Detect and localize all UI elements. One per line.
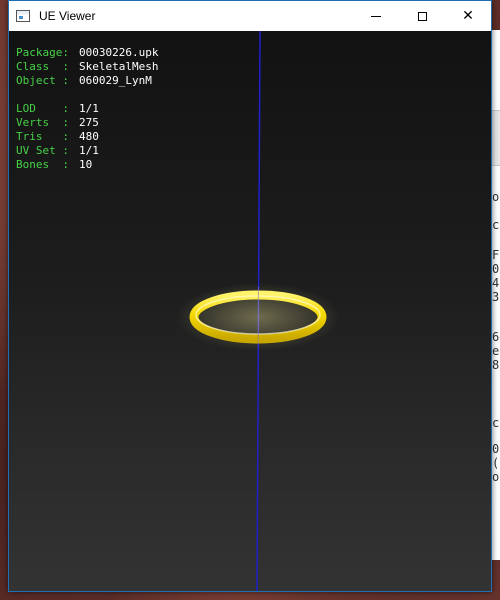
background-window-text: 0 (492, 262, 500, 276)
info-value: 00030226.upk (79, 46, 159, 59)
info-label: Verts (16, 116, 50, 129)
window-title: UE Viewer (39, 9, 96, 23)
info-label: Class (16, 60, 50, 73)
info-value: 060029_LynM (79, 74, 152, 87)
maximize-button[interactable] (399, 1, 445, 31)
info-row-object: Object : 060029_LynM (16, 74, 152, 87)
info-row-lod: LOD : 1/1 (16, 102, 99, 115)
minimize-icon (371, 15, 381, 17)
background-window-text: ( (492, 456, 500, 470)
window-controls: ✕ (353, 1, 491, 31)
info-value: SkeletalMesh (79, 60, 159, 73)
background-window-text: 8 (492, 358, 500, 372)
info-label: Object (16, 74, 56, 87)
background-window-text: F (492, 248, 500, 262)
info-row-uvset: UV Set : 1/1 (16, 144, 99, 157)
background-window[interactable]: o c F 0 4 3 6 e 8 c 0 ( o (491, 30, 500, 560)
info-value: 1/1 (79, 102, 99, 115)
3d-viewport[interactable]: Package: 00030226.upk Class : SkeletalMe… (9, 31, 491, 591)
background-window-text: o (492, 190, 500, 204)
info-label: Package (16, 46, 63, 59)
info-value: 1/1 (79, 144, 99, 157)
background-window-text: 3 (492, 290, 500, 304)
close-button[interactable]: ✕ (445, 1, 491, 31)
info-label: Tris (16, 130, 43, 143)
info-row-class: Class : SkeletalMesh (16, 60, 159, 73)
minimize-button[interactable] (353, 1, 399, 31)
ue-viewer-window[interactable]: UE Viewer ✕ Package: 00030226.upk Class … (8, 0, 492, 592)
info-value: 10 (79, 158, 93, 171)
info-row-package: Package: 00030226.upk (16, 46, 159, 59)
background-window-text: c (492, 218, 500, 232)
maximize-icon (417, 11, 427, 21)
background-window-bar (491, 110, 500, 166)
info-value: 275 (79, 116, 99, 129)
background-window-text: 0 (492, 442, 500, 456)
background-window-text: e (492, 344, 500, 358)
info-row-bones: Bones : 10 (16, 158, 93, 171)
info-label: LOD (16, 102, 36, 115)
info-row-tris: Tris : 480 (16, 130, 99, 143)
mesh-info-overlay: Package: 00030226.upk Class : SkeletalMe… (16, 46, 158, 172)
info-row-verts: Verts : 275 (16, 116, 99, 129)
background-window-text: o (492, 470, 500, 484)
title-bar[interactable]: UE Viewer ✕ (9, 1, 491, 31)
info-label: Bones (16, 158, 50, 171)
info-label: UV Set (16, 144, 56, 157)
background-window-text: 4 (492, 276, 500, 290)
info-value: 480 (79, 130, 99, 143)
background-window-text: c (492, 416, 500, 430)
close-icon: ✕ (462, 8, 474, 24)
app-window-icon (16, 10, 30, 22)
background-window-text: 6 (492, 330, 500, 344)
